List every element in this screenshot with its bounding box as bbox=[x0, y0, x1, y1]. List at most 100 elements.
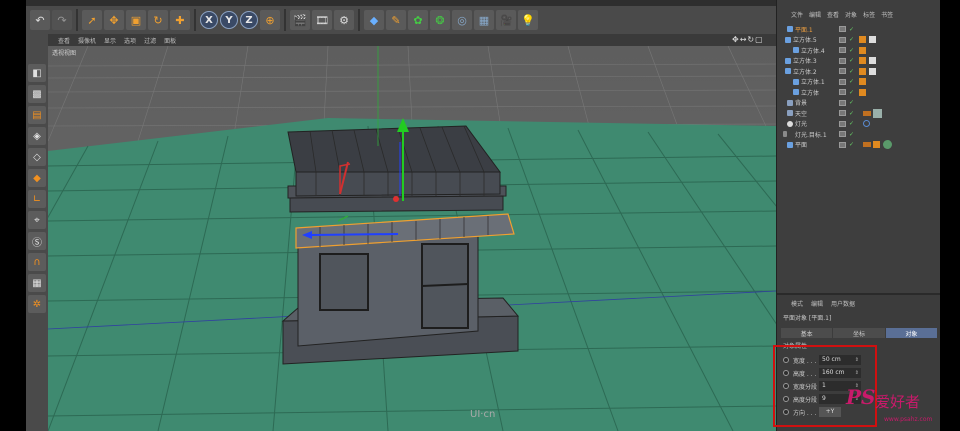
om-menu-object[interactable]: 对象 bbox=[845, 10, 857, 19]
undo-icon[interactable]: ↶ bbox=[30, 10, 50, 30]
phong-tag-icon[interactable] bbox=[873, 141, 880, 149]
object-row[interactable]: 立方体.2 ✓ bbox=[781, 66, 937, 77]
cube-icon[interactable]: ◆ bbox=[364, 10, 384, 30]
tab-basic[interactable]: 基本 bbox=[781, 328, 833, 338]
visibility-toggle[interactable] bbox=[839, 141, 846, 148]
rotate-icon[interactable]: ↻ bbox=[148, 10, 168, 30]
object-row[interactable]: 灯光 ✓ bbox=[781, 119, 937, 130]
object-row[interactable]: 平面.1 ✓ bbox=[781, 24, 937, 35]
sky-material-icon[interactable] bbox=[873, 108, 882, 118]
enabled-check-icon[interactable]: ✓ bbox=[849, 131, 854, 138]
x-axis-button[interactable]: X bbox=[200, 11, 218, 29]
object-row[interactable]: 灯光.目标.1 ✓ bbox=[781, 129, 937, 140]
attr-menu-edit[interactable]: 编辑 bbox=[811, 299, 823, 308]
visibility-toggle[interactable] bbox=[839, 99, 846, 106]
om-menu-bookmarks[interactable]: 书签 bbox=[881, 10, 893, 19]
phong-tag-icon[interactable] bbox=[859, 57, 866, 65]
om-menu-edit[interactable]: 编辑 bbox=[809, 10, 821, 19]
object-row[interactable]: 立方体 ✓ bbox=[781, 87, 937, 98]
viewport-menu-options[interactable]: 选项 bbox=[124, 36, 136, 45]
enabled-check-icon[interactable]: ✓ bbox=[849, 120, 854, 127]
object-row[interactable]: 立方体.4 ✓ bbox=[781, 45, 937, 56]
visibility-toggle[interactable] bbox=[839, 78, 846, 85]
viewport-menu-filter[interactable]: 过滤 bbox=[144, 36, 156, 45]
snap-icon[interactable]: Ⓢ bbox=[28, 232, 46, 250]
object-row[interactable]: 平面 ✓ bbox=[781, 140, 937, 151]
y-axis-button[interactable]: Y bbox=[220, 11, 238, 29]
axis-mode-icon[interactable]: ∟ bbox=[28, 190, 46, 208]
settings-gear-icon[interactable]: ✲ bbox=[28, 295, 46, 313]
visibility-toggle[interactable] bbox=[839, 57, 846, 64]
world-coordinates-icon[interactable]: ⊕ bbox=[260, 10, 280, 30]
pen-icon[interactable]: ✎ bbox=[386, 10, 406, 30]
gizmo-center[interactable] bbox=[393, 196, 399, 202]
subdivision-icon[interactable]: ✿ bbox=[408, 10, 428, 30]
perspective-viewport[interactable] bbox=[48, 46, 776, 431]
object-row[interactable]: 背景 ✓ bbox=[781, 98, 937, 109]
visibility-toggle[interactable] bbox=[839, 131, 846, 138]
render-settings-icon[interactable]: ⚙ bbox=[334, 10, 354, 30]
attr-menu-mode[interactable]: 模式 bbox=[791, 299, 803, 308]
select-arrow-icon[interactable]: ➚ bbox=[82, 10, 102, 30]
add-icon[interactable]: ✚ bbox=[170, 10, 190, 30]
phong-tag-icon[interactable] bbox=[859, 67, 866, 75]
target-tag-icon[interactable] bbox=[863, 120, 870, 128]
polygons-mode-icon[interactable]: ◆ bbox=[28, 169, 46, 187]
visibility-toggle[interactable] bbox=[839, 110, 846, 117]
array-icon[interactable]: ❂ bbox=[430, 10, 450, 30]
floor-icon[interactable]: ▦ bbox=[474, 10, 494, 30]
material-tag-icon[interactable] bbox=[869, 57, 876, 65]
visibility-toggle[interactable] bbox=[839, 89, 846, 96]
deformer-icon[interactable]: ◎ bbox=[452, 10, 472, 30]
grid-lock-icon[interactable]: ▦ bbox=[28, 274, 46, 292]
enabled-check-icon[interactable]: ✓ bbox=[849, 26, 854, 33]
viewport-menu-display[interactable]: 显示 bbox=[104, 36, 116, 45]
om-menu-tags[interactable]: 标签 bbox=[863, 10, 875, 19]
scale-icon[interactable]: ▣ bbox=[126, 10, 146, 30]
enabled-check-icon[interactable]: ✓ bbox=[849, 78, 854, 85]
enabled-check-icon[interactable]: ✓ bbox=[849, 57, 854, 64]
enabled-check-icon[interactable]: ✓ bbox=[849, 110, 854, 117]
viewport-menu-panel[interactable]: 面板 bbox=[164, 36, 176, 45]
object-row[interactable]: 立方体.1 ✓ bbox=[781, 77, 937, 88]
enabled-check-icon[interactable]: ✓ bbox=[849, 99, 854, 106]
material-tag-icon[interactable] bbox=[869, 67, 876, 75]
magnet-icon[interactable]: ∩ bbox=[28, 253, 46, 271]
camera-icon[interactable]: 🎥 bbox=[496, 10, 516, 30]
enabled-check-icon[interactable]: ✓ bbox=[849, 36, 854, 43]
move-icon[interactable]: ✥ bbox=[104, 10, 124, 30]
z-axis-button[interactable]: Z bbox=[240, 11, 258, 29]
viewport-nav-icons[interactable]: ✥↔↻▢ bbox=[732, 35, 764, 44]
workplane-icon[interactable]: ▤ bbox=[28, 106, 46, 124]
light-icon[interactable]: 💡 bbox=[518, 10, 538, 30]
visibility-toggle[interactable] bbox=[839, 26, 846, 33]
visibility-toggle[interactable] bbox=[839, 47, 846, 54]
attr-menu-userdata[interactable]: 用户数据 bbox=[831, 299, 855, 308]
visibility-toggle[interactable] bbox=[839, 36, 846, 43]
om-menu-file[interactable]: 文件 bbox=[791, 10, 803, 19]
compositing-tag-icon[interactable] bbox=[863, 142, 871, 148]
phong-tag-icon[interactable] bbox=[859, 78, 866, 86]
gizmo-blue-axis[interactable] bbox=[311, 233, 399, 236]
object-row[interactable]: 立方体.5 ✓ bbox=[781, 35, 937, 46]
compositing-tag-icon[interactable] bbox=[863, 110, 871, 116]
visibility-toggle[interactable] bbox=[839, 68, 846, 75]
material-tag-icon[interactable] bbox=[869, 36, 876, 44]
edges-mode-icon[interactable]: ◇ bbox=[28, 148, 46, 166]
phong-tag-icon[interactable] bbox=[859, 36, 866, 44]
render-picture-icon[interactable]: 🎞 bbox=[312, 10, 332, 30]
redo-icon[interactable]: ↷ bbox=[52, 10, 72, 30]
enabled-check-icon[interactable]: ✓ bbox=[849, 47, 854, 54]
object-row[interactable]: 天空 ✓ bbox=[781, 108, 937, 119]
enabled-check-icon[interactable]: ✓ bbox=[849, 89, 854, 96]
viewport-menu-camera[interactable]: 摄像机 bbox=[78, 36, 96, 45]
texture-mode-icon[interactable]: ▩ bbox=[28, 85, 46, 103]
grass-material-icon[interactable] bbox=[883, 140, 892, 150]
enabled-check-icon[interactable]: ✓ bbox=[849, 141, 854, 148]
object-row[interactable]: 立方体.3 ✓ bbox=[781, 56, 937, 67]
phong-tag-icon[interactable] bbox=[859, 88, 866, 96]
tweak-mode-icon[interactable]: ⌖ bbox=[28, 211, 46, 229]
render-view-icon[interactable]: 🎬 bbox=[290, 10, 310, 30]
viewport-menu-view[interactable]: 查看 bbox=[58, 36, 70, 45]
model-mode-icon[interactable]: ◧ bbox=[28, 64, 46, 82]
